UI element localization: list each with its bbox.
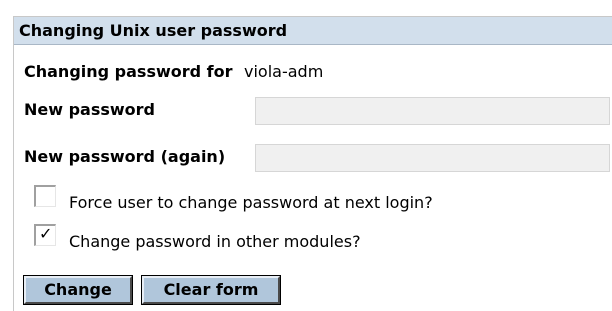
panel-header: Changing Unix user password xyxy=(14,17,612,45)
other-modules-label: Change password in other modules? xyxy=(69,232,361,251)
new-password-field[interactable] xyxy=(255,97,610,125)
new-password-again-field[interactable] xyxy=(255,144,610,172)
force-change-label: Force user to change password at next lo… xyxy=(69,193,433,212)
force-change-checkbox[interactable] xyxy=(34,185,56,207)
username-value: viola-adm xyxy=(244,62,324,81)
new-password-label: New password xyxy=(24,100,156,119)
new-password-again-label: New password (again) xyxy=(24,147,226,166)
other-modules-checkbox[interactable]: ✓ xyxy=(34,224,56,246)
panel-title: Changing Unix user password xyxy=(19,21,288,40)
change-button[interactable]: Change xyxy=(23,275,133,305)
change-password-panel: Changing Unix user password Changing pas… xyxy=(13,16,612,311)
checkmark-icon: ✓ xyxy=(39,224,53,243)
clear-form-button[interactable]: Clear form xyxy=(141,275,281,305)
changing-for-label: Changing password for xyxy=(24,62,233,81)
